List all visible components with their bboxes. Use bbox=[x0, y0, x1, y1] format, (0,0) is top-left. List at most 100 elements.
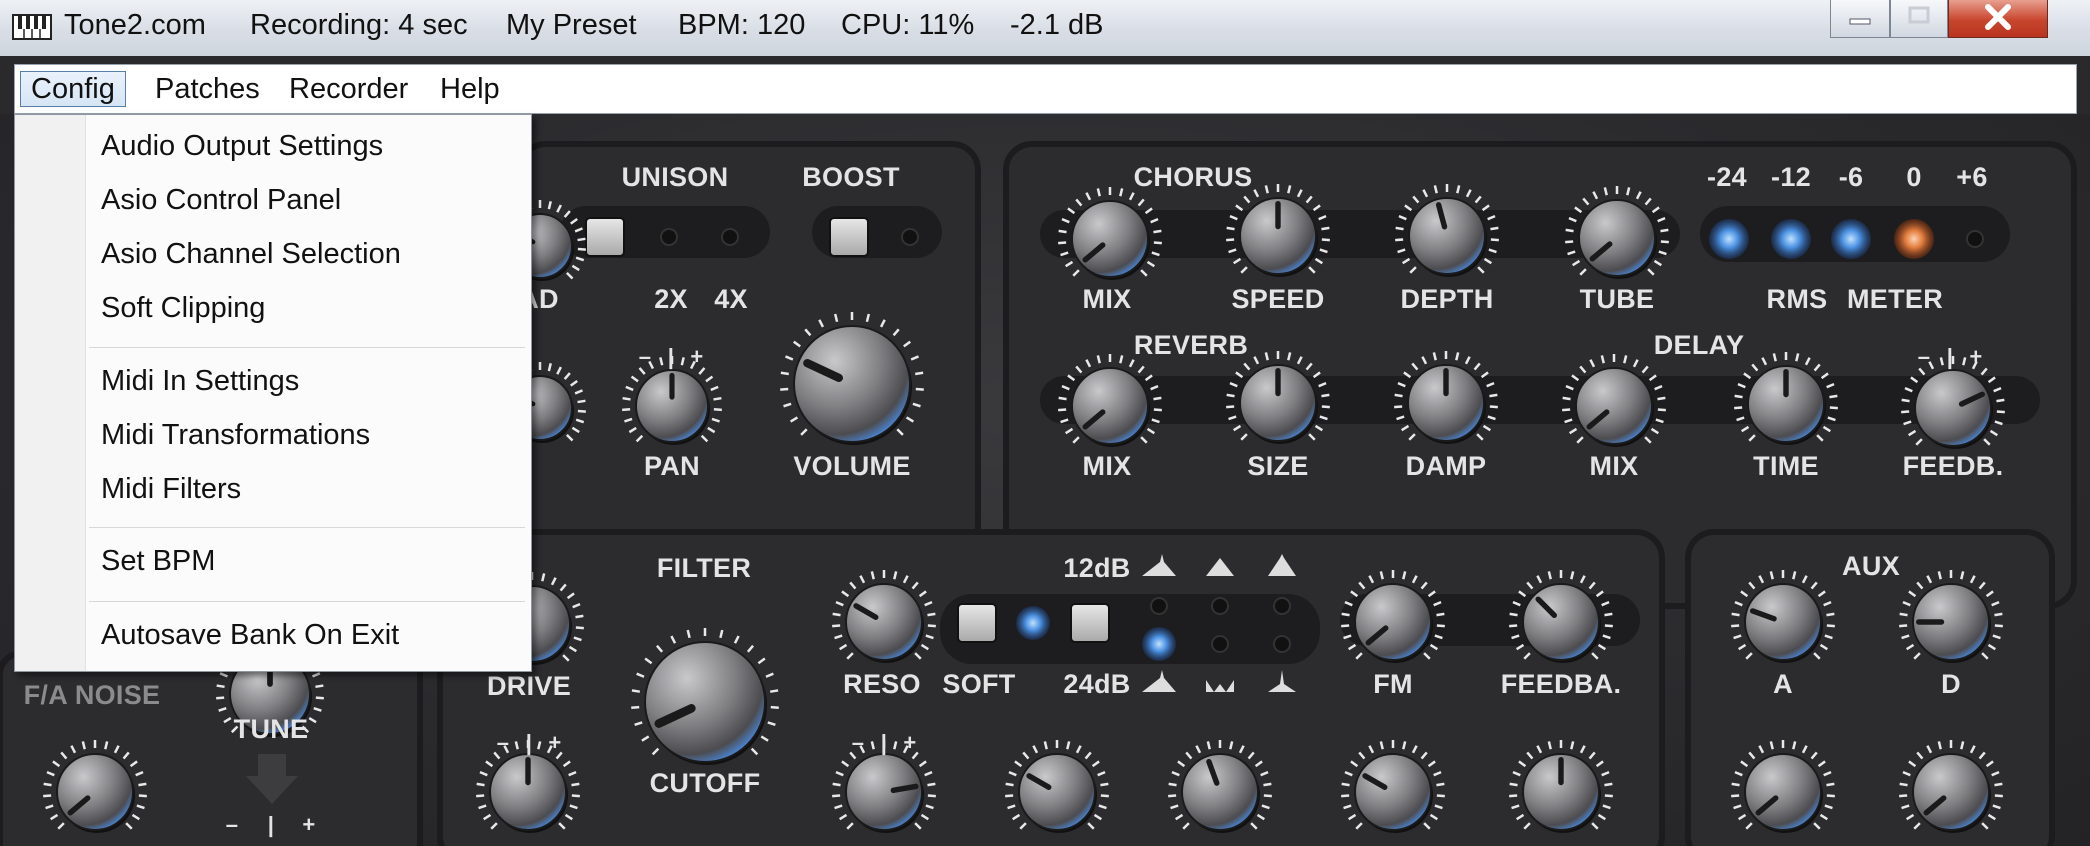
label-aux-a: A bbox=[1773, 669, 1793, 699]
delay-mix-knob[interactable] bbox=[1562, 354, 1666, 447]
menu-item-midi-in-settings[interactable]: Midi In Settings bbox=[101, 365, 299, 398]
speed-knob[interactable] bbox=[1226, 184, 1330, 277]
label-volume: VOLUME bbox=[793, 451, 911, 481]
env-center: | bbox=[880, 730, 888, 755]
label-soft: SOFT bbox=[942, 669, 1016, 699]
tune-plus: + bbox=[302, 812, 316, 837]
label-tune: TUNE bbox=[233, 714, 309, 744]
menu-gutter bbox=[15, 115, 86, 671]
noise-knob[interactable] bbox=[43, 740, 147, 833]
key-center: | bbox=[525, 730, 533, 755]
menu-help[interactable]: Help bbox=[430, 71, 510, 107]
minimize-button[interactable] bbox=[1830, 0, 1890, 38]
meter-scale-minus6: -6 bbox=[1838, 162, 1864, 192]
menu-item-set-bpm[interactable]: Set BPM bbox=[101, 545, 215, 578]
maximize-icon bbox=[1908, 6, 1930, 24]
key-plus: + bbox=[548, 730, 562, 755]
label-reso: RESO bbox=[843, 669, 921, 699]
aux4-knob[interactable] bbox=[1509, 740, 1613, 833]
section-reverb: REVERB bbox=[1133, 330, 1249, 360]
piano-keyboard-icon bbox=[12, 14, 52, 40]
label-fa-noise: F/A NOISE bbox=[23, 680, 161, 710]
time-knob[interactable] bbox=[1734, 352, 1838, 445]
aux-a-knob[interactable] bbox=[1731, 570, 1835, 663]
label-4x: 4X bbox=[714, 284, 748, 314]
label-size: SIZE bbox=[1247, 451, 1309, 481]
aux6-knob[interactable] bbox=[1899, 740, 2003, 833]
label-feedba: FEEDBA. bbox=[1500, 669, 1622, 699]
section-delay: DELAY bbox=[1653, 330, 1745, 360]
reverb-mix-knob[interactable] bbox=[1058, 354, 1162, 447]
label-drive: DRIVE bbox=[486, 671, 572, 701]
close-icon bbox=[1985, 4, 2011, 30]
aux5-knob[interactable] bbox=[1731, 740, 1835, 833]
label-speed: SPEED bbox=[1231, 284, 1325, 314]
close-button[interactable] bbox=[1948, 0, 2048, 38]
aux3-knob[interactable] bbox=[1341, 740, 1445, 833]
menu-item-asio-control-panel[interactable]: Asio Control Panel bbox=[101, 184, 341, 217]
feedb-center: | bbox=[1946, 344, 1954, 369]
title-bar: Tone2.com Recording: 4 sec My Preset BPM… bbox=[0, 0, 2090, 56]
feedb-plus: + bbox=[1969, 344, 1983, 369]
cpu-readout: CPU: 11% bbox=[841, 9, 975, 41]
chorus-mix-knob[interactable] bbox=[1058, 187, 1162, 280]
aux1-knob[interactable] bbox=[1005, 740, 1109, 833]
label-tube: TUBE bbox=[1579, 284, 1655, 314]
label-meter: METER bbox=[1847, 284, 1943, 314]
menu-item-soft-clipping[interactable]: Soft Clipping bbox=[101, 292, 265, 325]
cutoff-knob[interactable] bbox=[631, 628, 779, 765]
config-menu: Audio Output Settings Asio Control Panel… bbox=[14, 114, 532, 672]
reso-knob[interactable] bbox=[832, 570, 936, 663]
pan-plus: + bbox=[690, 344, 704, 369]
pan-minus: – bbox=[638, 344, 652, 369]
minimize-icon bbox=[1849, 18, 1871, 25]
section-unison: UNISON bbox=[621, 162, 729, 192]
menu-item-asio-channel-selection[interactable]: Asio Channel Selection bbox=[101, 238, 401, 271]
fm-knob[interactable] bbox=[1341, 570, 1445, 663]
label-2x: 2X bbox=[654, 284, 688, 314]
feedb-minus: – bbox=[1917, 344, 1931, 369]
size-knob[interactable] bbox=[1226, 351, 1330, 444]
depth-knob[interactable] bbox=[1395, 184, 1499, 277]
menu-separator bbox=[89, 601, 525, 602]
meter-scale-minus24: -24 bbox=[1707, 162, 1747, 192]
env-plus: + bbox=[903, 730, 917, 755]
label-feedb: FEEDB. bbox=[1902, 451, 2004, 481]
label-12db: 12dB bbox=[1063, 553, 1131, 583]
pan-center: | bbox=[667, 344, 675, 369]
menu-item-midi-transformations[interactable]: Midi Transformations bbox=[101, 419, 370, 452]
maximize-button[interactable] bbox=[1890, 0, 1948, 38]
label-24db: 24dB bbox=[1063, 669, 1131, 699]
menu-item-audio-output-settings[interactable]: Audio Output Settings bbox=[101, 130, 383, 163]
preset-name: My Preset bbox=[506, 9, 637, 41]
label-reverb-mix: MIX bbox=[1082, 451, 1132, 481]
menu-item-autosave-bank-on-exit[interactable]: Autosave Bank On Exit bbox=[101, 619, 399, 652]
label-rms: RMS bbox=[1766, 284, 1828, 314]
menu-config[interactable]: Config bbox=[20, 71, 126, 107]
aux2-knob[interactable] bbox=[1168, 740, 1272, 833]
menu-patches[interactable]: Patches bbox=[145, 71, 270, 107]
tune-minus: – bbox=[225, 812, 239, 837]
level-readout: -2.1 dB bbox=[1010, 9, 1104, 41]
damp-knob[interactable] bbox=[1394, 351, 1498, 444]
meter-scale-minus12: -12 bbox=[1771, 162, 1811, 192]
section-chorus: CHORUS bbox=[1133, 162, 1253, 192]
menu-separator bbox=[89, 347, 525, 348]
aux-d-knob[interactable] bbox=[1899, 570, 2003, 663]
bpm-readout: BPM: 120 bbox=[678, 9, 806, 41]
section-filter: FILTER bbox=[656, 553, 752, 583]
meter-scale-0: 0 bbox=[1906, 162, 1922, 192]
menu-separator bbox=[89, 527, 525, 528]
app-name: Tone2.com bbox=[64, 9, 206, 41]
label-delay-mix: MIX bbox=[1589, 451, 1639, 481]
feedba-knob[interactable] bbox=[1509, 570, 1613, 663]
volume-knob[interactable] bbox=[780, 312, 924, 445]
tube-knob[interactable] bbox=[1565, 186, 1669, 279]
menu-recorder[interactable]: Recorder bbox=[279, 71, 418, 107]
label-aux-d: D bbox=[1941, 669, 1961, 699]
meter-scale-plus6: +6 bbox=[1956, 162, 1988, 192]
menu-item-midi-filters[interactable]: Midi Filters bbox=[101, 473, 241, 506]
tune-center: | bbox=[267, 812, 275, 837]
label-damp: DAMP bbox=[1405, 451, 1487, 481]
label-pan: PAN bbox=[644, 451, 700, 481]
